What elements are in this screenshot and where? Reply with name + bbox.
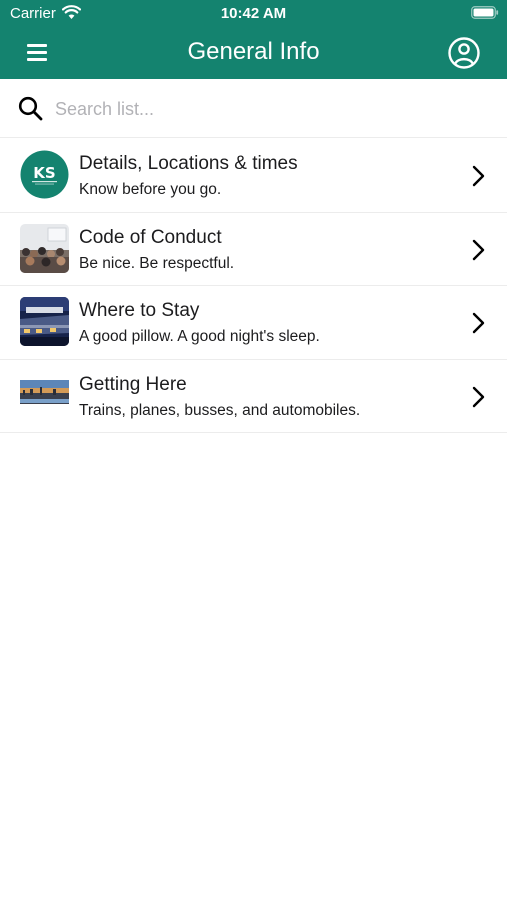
search-icon bbox=[18, 96, 43, 121]
conference-photo-thumbnail bbox=[20, 223, 69, 273]
navigation-bar: General Info bbox=[0, 27, 507, 79]
chevron-right-icon bbox=[472, 165, 485, 187]
list-item-title: Details, Locations & times bbox=[79, 153, 298, 174]
page-title: General Info bbox=[187, 38, 320, 65]
app-header: Carrier 10:42 AM General Info bbox=[0, 0, 507, 79]
list-item-title: Code of Conduct bbox=[79, 226, 222, 248]
battery-icon bbox=[471, 6, 499, 19]
user-circle-icon bbox=[448, 37, 480, 69]
hotel-photo-thumbnail bbox=[20, 297, 69, 346]
list-item-code-of-conduct[interactable]: Code of Conduct Be nice. Be respectful. bbox=[0, 213, 507, 286]
list-item-title: Where to Stay bbox=[79, 300, 200, 321]
hamburger-line bbox=[27, 51, 47, 54]
search-input[interactable] bbox=[55, 95, 485, 123]
info-list: KS Details, Locations & times Know befor… bbox=[0, 139, 507, 433]
chevron-right-icon bbox=[472, 386, 485, 407]
status-bar: Carrier 10:42 AM bbox=[0, 0, 507, 27]
hamburger-line bbox=[27, 58, 47, 61]
chevron-right-icon bbox=[472, 312, 485, 334]
hamburger-menu-icon bbox=[27, 44, 47, 47]
search-bar bbox=[0, 79, 507, 138]
list-item-title: Getting Here bbox=[79, 373, 187, 395]
profile-button[interactable] bbox=[447, 36, 481, 70]
list-item-subtitle: Be nice. Be respectful. bbox=[79, 254, 235, 272]
list-item-where-to-stay[interactable]: Where to Stay A good pillow. A good nigh… bbox=[0, 286, 507, 360]
list-item-subtitle: Know before you go. bbox=[79, 181, 222, 198]
status-time: 10:42 AM bbox=[220, 5, 287, 22]
list-item-subtitle: A good pillow. A good night's sleep. bbox=[79, 328, 320, 345]
ks-logo-thumbnail: KS bbox=[20, 150, 69, 199]
menu-button[interactable] bbox=[18, 37, 56, 69]
city-skyline-photo-thumbnail bbox=[20, 370, 69, 420]
list-item-details[interactable]: KS Details, Locations & times Know befor… bbox=[0, 139, 507, 213]
ks-logo-text: KS bbox=[33, 164, 55, 182]
list-item-subtitle: Trains, planes, busses, and automobiles. bbox=[79, 401, 361, 419]
list-item-getting-here[interactable]: Getting Here Trains, planes, busses, and… bbox=[0, 360, 507, 433]
chevron-right-icon bbox=[472, 239, 485, 260]
